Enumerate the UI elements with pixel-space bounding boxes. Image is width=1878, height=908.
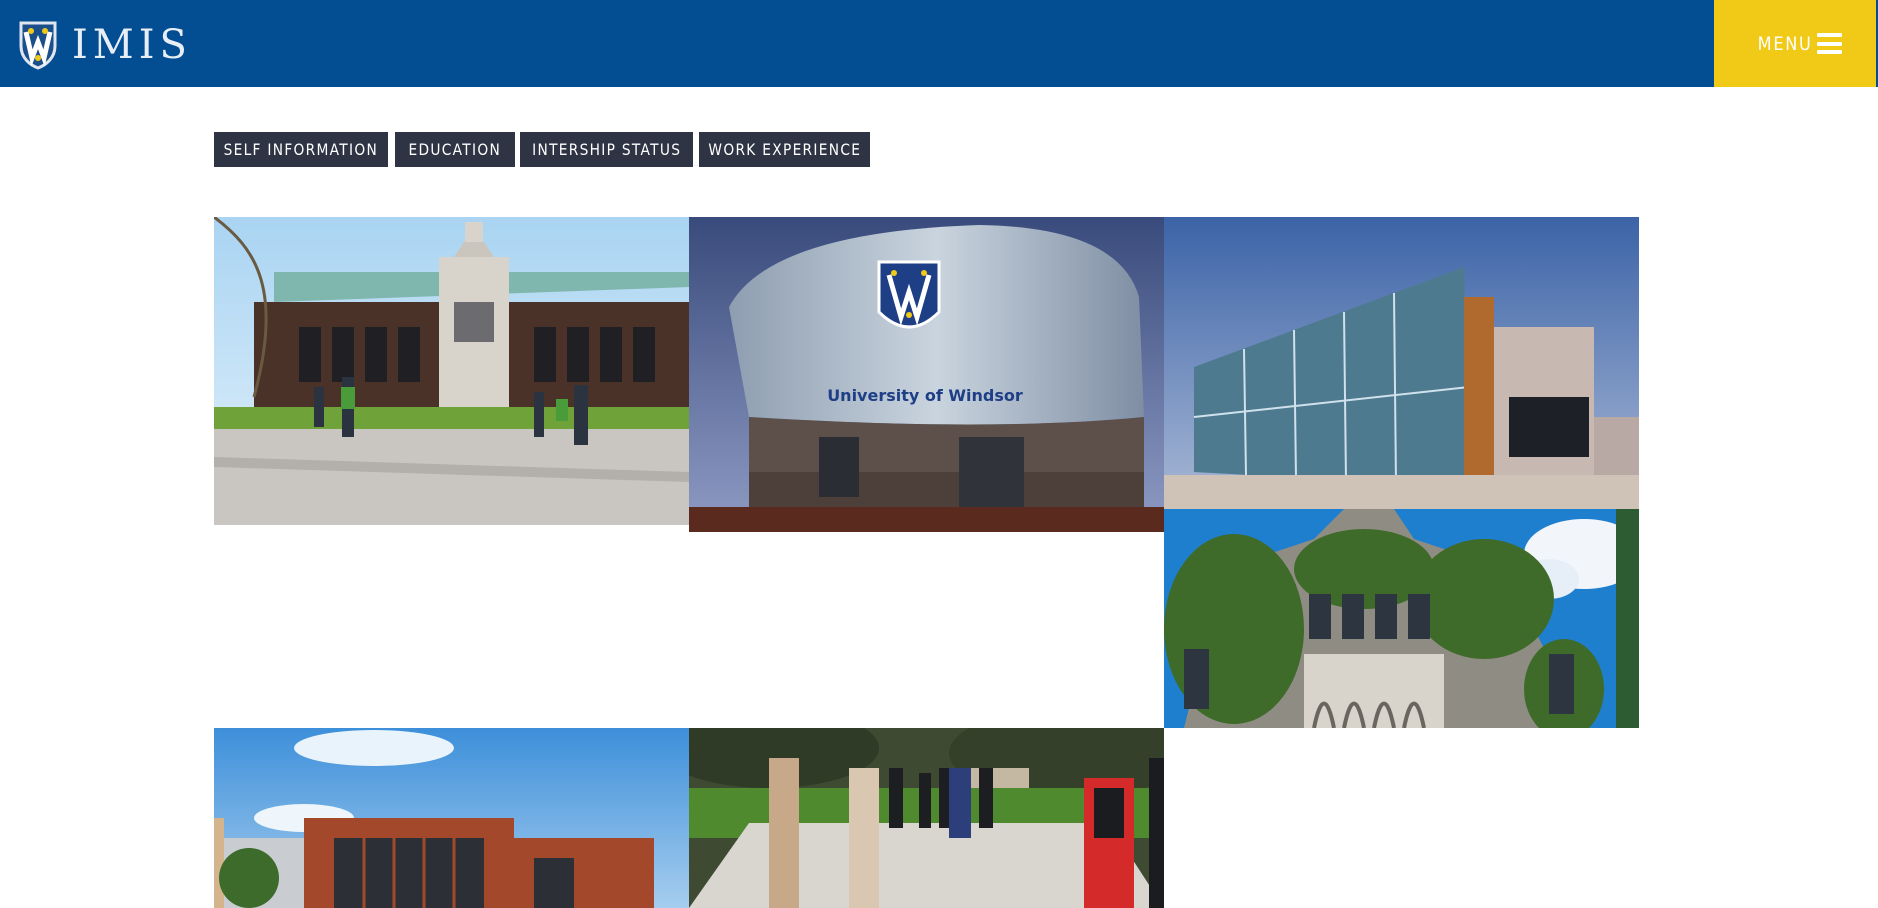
building-sign-text: University of Windsor xyxy=(827,386,1023,405)
menu-label: MENU xyxy=(1757,32,1813,55)
tab-label: EDUCATION xyxy=(408,140,502,159)
tab-work-experience[interactable]: WORK EXPERIENCE xyxy=(699,132,870,167)
brand-logo-link[interactable]: IMIS xyxy=(18,18,192,72)
menu-button[interactable]: MENU xyxy=(1714,0,1876,87)
tab-intership-status[interactable]: INTERSHIP STATUS xyxy=(520,132,693,167)
tab-label: SELF INFORMATION xyxy=(223,140,379,159)
university-shield-icon xyxy=(19,21,57,70)
campus-photo-brick-building xyxy=(214,728,689,908)
campus-photo-windsor-rotunda: University of Windsor xyxy=(689,217,1164,532)
app-title: IMIS xyxy=(72,22,192,68)
campus-photo-gothic-building xyxy=(214,217,689,525)
campus-photo-ivy-tower xyxy=(1164,509,1639,728)
tab-label: INTERSHIP STATUS xyxy=(531,140,682,159)
hamburger-icon xyxy=(1816,33,1842,54)
tab-label: WORK EXPERIENCE xyxy=(708,140,861,159)
tab-education[interactable]: EDUCATION xyxy=(395,132,515,167)
campus-photo-students-walking xyxy=(689,728,1164,908)
top-navigation-bar: IMIS MENU xyxy=(0,0,1878,87)
campus-photo-glass-building xyxy=(1164,217,1639,509)
tab-self-information[interactable]: SELF INFORMATION xyxy=(214,132,388,167)
